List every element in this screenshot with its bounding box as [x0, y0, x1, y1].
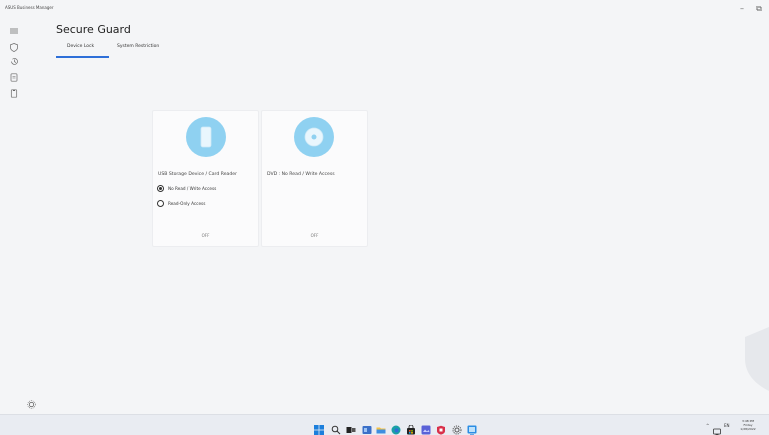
dvd-status-toggle[interactable]: OFF	[262, 233, 367, 238]
photos-icon[interactable]	[421, 420, 431, 435]
dvd-card-label: DVD : No Read / Write Access	[267, 172, 335, 177]
tab-system-restriction[interactable]: System Restriction	[117, 44, 159, 56]
title-bar: ASUS Business Manager – ⧉	[0, 0, 769, 18]
radio-label: Read-Only Access	[168, 200, 206, 206]
app-window: ASUS Business Manager – ⧉ Secure Guard D…	[0, 0, 769, 414]
edge-icon[interactable]	[391, 420, 401, 435]
search-icon[interactable]	[331, 420, 341, 435]
history-icon[interactable]	[9, 56, 19, 66]
radio-button[interactable]	[157, 199, 164, 207]
active-tab-indicator	[56, 56, 109, 58]
settings-icon[interactable]	[452, 420, 462, 435]
widgets-icon[interactable]	[362, 420, 372, 434]
language-indicator[interactable]: EN	[724, 423, 730, 428]
asus-manager-icon[interactable]	[467, 420, 477, 435]
windows-start-icon[interactable]	[314, 420, 324, 435]
gear-icon[interactable]	[27, 394, 36, 409]
tray-chevron-icon[interactable]: ^	[706, 423, 709, 428]
restore-button[interactable]: ⧉	[752, 3, 766, 15]
document-icon[interactable]	[9, 72, 19, 82]
task-view-icon[interactable]	[346, 420, 356, 433]
radio-no-read-write[interactable]: No Read / Write Access	[157, 184, 216, 192]
usb-storage-card[interactable]: USB Storage Device / Card Reader No Read…	[152, 110, 259, 247]
tab-device-lock[interactable]: Device Lock	[67, 44, 94, 56]
clock-date: 1/28/2022	[740, 427, 756, 431]
shield-watermark-icon	[735, 325, 769, 393]
clipboard-icon[interactable]	[9, 88, 19, 98]
usb-storage-icon	[186, 117, 226, 157]
dvd-disc-icon	[294, 117, 334, 157]
dvd-card[interactable]: DVD : No Read / Write Access OFF	[261, 110, 368, 247]
page-title: Secure Guard	[56, 23, 131, 36]
radio-button[interactable]	[157, 184, 164, 192]
minimize-button[interactable]: –	[735, 3, 749, 15]
sidebar	[0, 18, 28, 414]
usb-card-label: USB Storage Device / Card Reader	[158, 172, 237, 177]
app-title: ASUS Business Manager	[5, 5, 54, 10]
file-explorer-icon[interactable]	[376, 420, 386, 434]
network-icon[interactable]	[713, 421, 721, 435]
app-icon[interactable]	[436, 420, 446, 435]
taskbar: ^ EN 3:48 PM Friday 1/28/2022	[0, 414, 769, 435]
menu-icon[interactable]	[9, 26, 19, 36]
tray-clock[interactable]: 3:48 PM Friday 1/28/2022	[737, 419, 759, 431]
usb-status-toggle[interactable]: OFF	[153, 233, 258, 238]
shield-icon[interactable]	[9, 42, 19, 52]
radio-read-only[interactable]: Read-Only Access	[157, 199, 205, 207]
store-icon[interactable]	[406, 420, 416, 435]
radio-label: No Read / Write Access	[168, 185, 217, 191]
